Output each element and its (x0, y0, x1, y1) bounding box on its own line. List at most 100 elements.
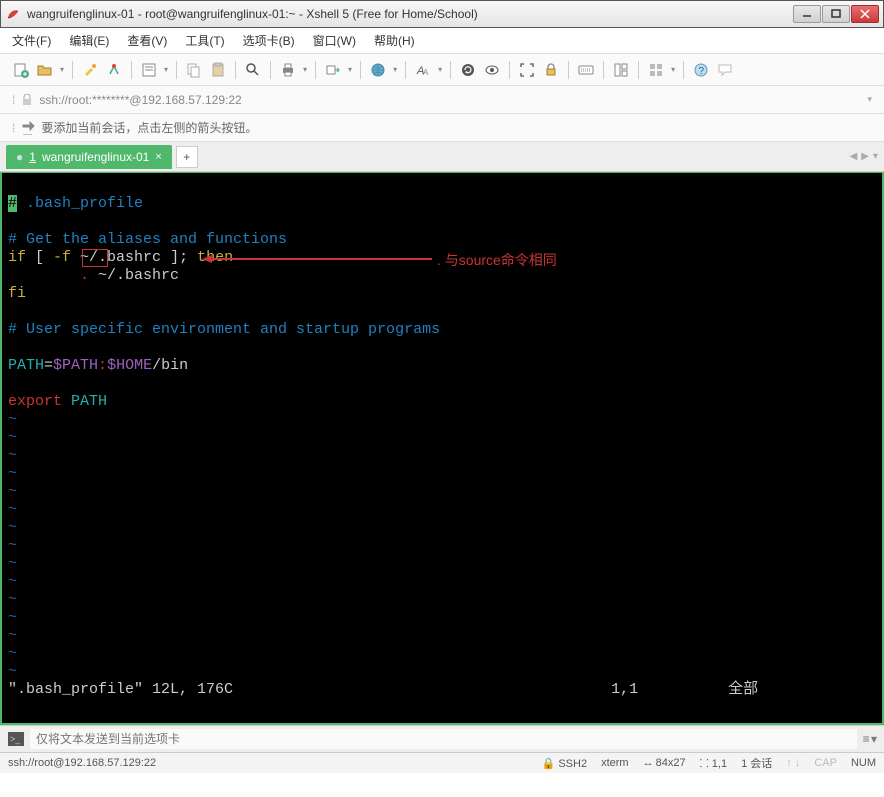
transfer-icon[interactable] (324, 61, 342, 79)
eye-icon[interactable] (483, 61, 501, 79)
terminal-text: fi (8, 285, 26, 302)
svg-text:?: ? (699, 66, 705, 77)
paste-icon[interactable] (209, 61, 227, 79)
separator (235, 61, 236, 79)
menu-tab[interactable]: 选项卡(B) (243, 32, 295, 49)
status-nav[interactable]: ↑ ↓ (786, 757, 800, 769)
help-icon[interactable]: ? (692, 61, 710, 79)
status-cap: CAP (814, 757, 837, 769)
separator (131, 61, 132, 79)
tab-label: wangruifenglinux-01 (42, 150, 149, 164)
address-bar: ⁞ ▾ (0, 86, 884, 114)
dropdown-handle-icon[interactable]: ⁞ (12, 93, 15, 107)
terminal-text: $HOME (107, 357, 152, 374)
terminal-text: .bash_profile (17, 195, 143, 212)
terminal-tilde: ~ (8, 573, 17, 590)
arrow-add-icon[interactable] (21, 121, 35, 135)
tab-prev-icon[interactable]: ◀ (850, 151, 858, 162)
separator (315, 61, 316, 79)
grid-icon[interactable] (647, 61, 665, 79)
dropdown-arrow-icon[interactable]: ▾ (393, 65, 397, 74)
dropdown-arrow-icon[interactable]: ▾ (867, 94, 872, 105)
menu-tools[interactable]: 工具(T) (185, 32, 224, 49)
tab-add-button[interactable]: + (176, 146, 198, 168)
menu-help[interactable]: 帮助(H) (374, 32, 415, 49)
window-title: wangruifenglinux-01 - root@wangruifengli… (27, 7, 793, 21)
session-tab[interactable]: ● 1 wangruifenglinux-01 × (6, 145, 172, 169)
input-menu-icon[interactable]: ≡ ▾ (863, 732, 876, 746)
address-input[interactable] (39, 93, 861, 107)
terminal-tilde: ~ (8, 537, 17, 554)
status-bar: ssh://root@192.168.57.129:22 🔒SSH2 xterm… (0, 753, 884, 773)
terminal-text: [ (26, 249, 53, 266)
separator (638, 61, 639, 79)
terminal[interactable]: # .bash_profile # Get the aliases and fu… (0, 172, 884, 725)
minimize-button[interactable] (793, 5, 821, 23)
terminal-tilde: ~ (8, 591, 17, 608)
app-icon (5, 6, 21, 22)
menu-view[interactable]: 查看(V) (127, 32, 167, 49)
maximize-button[interactable] (822, 5, 850, 23)
vim-status: ".bash_profile" 12L, 176C (8, 681, 233, 698)
status-ssh: 🔒SSH2 (542, 757, 587, 770)
terminal-text: # User specific environment and startup … (8, 321, 440, 338)
highlight-icon[interactable] (81, 61, 99, 79)
search-icon[interactable] (244, 61, 262, 79)
separator (509, 61, 510, 79)
keyboard-icon[interactable] (577, 61, 595, 79)
dropdown-arrow-icon[interactable]: ▾ (164, 65, 168, 74)
tab-close-icon[interactable]: × (155, 151, 161, 163)
feedback-icon[interactable] (716, 61, 734, 79)
status-session: 1 会话 (741, 755, 772, 771)
terminal-text: if (8, 249, 26, 266)
terminal-tilde: ~ (8, 411, 17, 428)
separator (72, 61, 73, 79)
menu-edit[interactable]: 编辑(E) (69, 32, 109, 49)
terminal-text: /bin (152, 357, 188, 374)
terminal-tilde: ~ (8, 465, 17, 482)
terminal-text: : (98, 357, 107, 374)
annotation-arrow-head (202, 255, 212, 263)
status-term: xterm (601, 757, 629, 769)
dropdown-arrow-icon[interactable]: ▾ (348, 65, 352, 74)
window-titlebar: wangruifenglinux-01 - root@wangruifengli… (0, 0, 884, 28)
lock-icon[interactable] (542, 61, 560, 79)
terminal-text (62, 393, 71, 410)
dropdown-arrow-icon[interactable]: ▾ (438, 65, 442, 74)
tab-bar: ● 1 wangruifenglinux-01 × + ◀ ▶ ▾ (0, 142, 884, 172)
dropdown-handle-icon[interactable]: ⁞ (12, 121, 15, 135)
close-button[interactable] (851, 5, 879, 23)
layout-icon[interactable] (612, 61, 630, 79)
dropdown-arrow-icon[interactable]: ▾ (671, 65, 675, 74)
annotation-arrow (207, 258, 432, 260)
properties-icon[interactable] (140, 61, 158, 79)
tab-next-icon[interactable]: ▶ (861, 151, 869, 162)
copy-icon[interactable] (185, 61, 203, 79)
menu-file[interactable]: 文件(F) (12, 32, 51, 49)
font-icon[interactable]: AA (414, 61, 432, 79)
hint-bar: ⁞ 要添加当前会话，点击左侧的箭头按钮。 (0, 114, 884, 142)
vim-pos: 1,1 (611, 681, 638, 698)
refresh-icon[interactable] (459, 61, 477, 79)
annotation-box (82, 249, 108, 267)
terminal-tilde: ~ (8, 519, 17, 536)
annotation-text: . 与source命令相同 (437, 251, 557, 269)
terminal-text: -f (53, 249, 71, 266)
dropdown-arrow-icon[interactable]: ▾ (303, 65, 307, 74)
reconnect-icon[interactable] (105, 61, 123, 79)
separator (270, 61, 271, 79)
open-icon[interactable] (36, 61, 54, 79)
new-icon[interactable] (12, 61, 30, 79)
terminal-tilde: ~ (8, 429, 17, 446)
send-input[interactable] (30, 729, 857, 749)
menubar: 文件(F) 编辑(E) 查看(V) 工具(T) 选项卡(B) 窗口(W) 帮助(… (0, 28, 884, 54)
print-icon[interactable] (279, 61, 297, 79)
separator (176, 61, 177, 79)
status-num: NUM (851, 757, 876, 769)
dropdown-arrow-icon[interactable]: ▾ (60, 65, 64, 74)
fullscreen-icon[interactable] (518, 61, 536, 79)
globe-icon[interactable] (369, 61, 387, 79)
hint-text: 要添加当前会话，点击左侧的箭头按钮。 (41, 119, 257, 136)
tab-menu-icon[interactable]: ▾ (873, 151, 878, 162)
menu-window[interactable]: 窗口(W) (313, 32, 356, 49)
